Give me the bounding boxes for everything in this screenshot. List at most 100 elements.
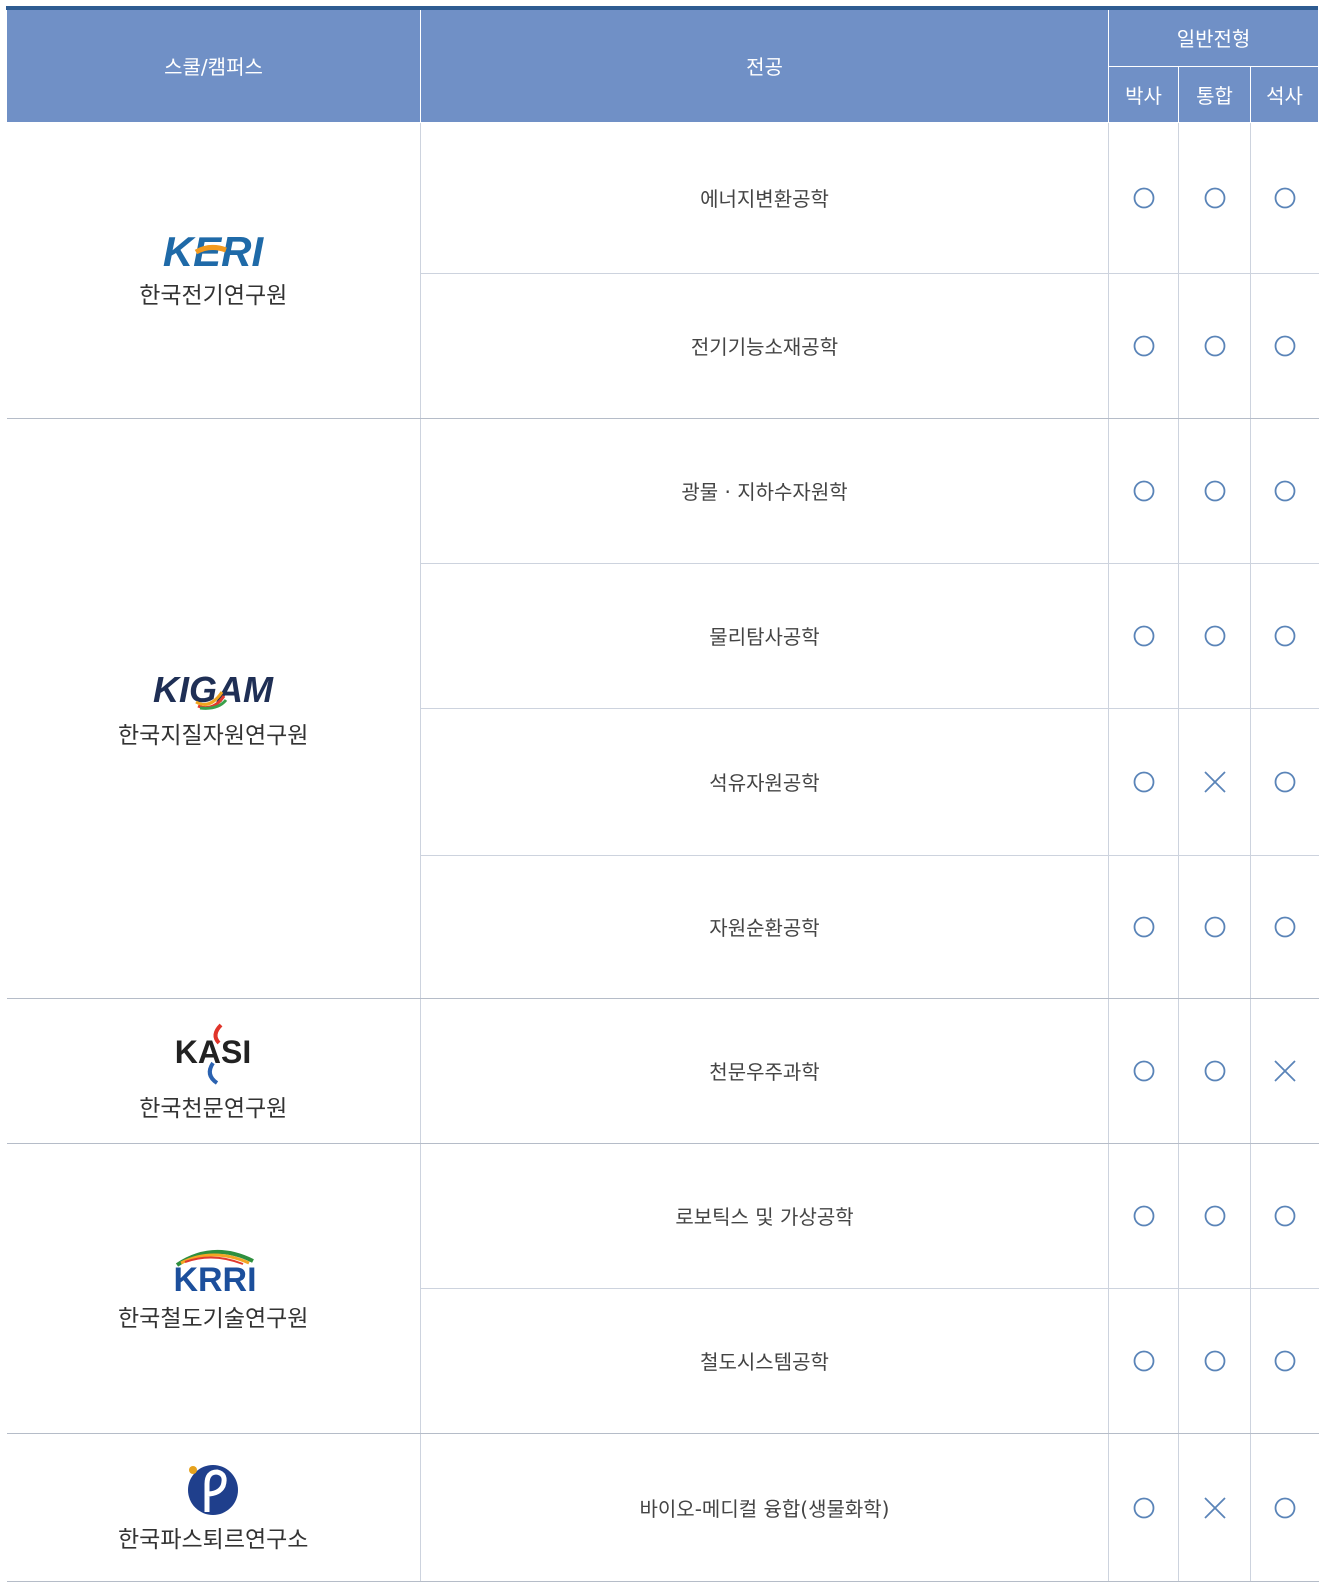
- circle-icon: [1274, 187, 1296, 209]
- circle-icon: [1133, 1497, 1154, 1519]
- major-name: 물리탐사공학: [420, 562, 1109, 709]
- circle-icon: [1204, 1205, 1225, 1227]
- circle-icon: [1133, 916, 1154, 938]
- major-name: 철도시스템공학: [420, 1287, 1109, 1434]
- header-general-admission: 일반전형: [1107, 10, 1320, 67]
- availability-integrated: [1178, 1432, 1251, 1582]
- header-major: 전공: [420, 10, 1109, 123]
- circle-icon: [1274, 1205, 1296, 1227]
- school-logo: KASI: [175, 1023, 251, 1085]
- table-row: KERI 한국전기연구원 에너지변환공학: [6, 121, 1319, 419]
- availability-phd: [1108, 272, 1179, 419]
- availability-phd: [1108, 1287, 1179, 1434]
- circle-icon: [1133, 625, 1154, 647]
- table-row: KIGAM 한국지질자원연구원 광물 · 지하수자원학: [6, 417, 1319, 999]
- circle-icon: [1133, 1350, 1154, 1372]
- availability-integrated: [1178, 854, 1251, 999]
- circle-icon: [1133, 1060, 1154, 1082]
- availability-phd: [1108, 417, 1179, 564]
- circle-icon: [1204, 1350, 1225, 1372]
- circle-icon: [1274, 625, 1296, 647]
- circle-icon: [1204, 916, 1225, 938]
- cross-icon: [1274, 1060, 1296, 1082]
- availability-phd: [1108, 562, 1179, 709]
- school-cell: KASI 한국천문연구원: [6, 997, 421, 1144]
- availability-masters: [1249, 1142, 1319, 1289]
- circle-icon: [1274, 335, 1296, 357]
- circle-icon: [1204, 625, 1225, 647]
- logo-text: KRRI: [174, 1261, 257, 1295]
- logo-text: KIGAM: [153, 669, 274, 710]
- availability-masters: [1249, 707, 1319, 856]
- availability-phd: [1108, 997, 1179, 1144]
- circle-icon: [1274, 480, 1296, 502]
- availability-integrated: [1178, 121, 1251, 274]
- school-cell: KERI 한국전기연구원: [6, 121, 421, 419]
- availability-phd: [1108, 1142, 1179, 1289]
- school-name: 한국전기연구원: [139, 283, 288, 309]
- header-phd: 박사: [1108, 65, 1179, 123]
- circle-icon: [1204, 187, 1225, 209]
- availability-phd: [1108, 854, 1179, 999]
- cross-icon: [1203, 771, 1226, 793]
- school-logo: [188, 1465, 239, 1515]
- availability-masters: [1249, 1432, 1319, 1582]
- availability-integrated: [1178, 1142, 1251, 1289]
- availability-masters: [1249, 562, 1319, 709]
- school-cell: KRRI 한국철도기술연구원: [6, 1142, 421, 1434]
- logo-text: KERI: [163, 230, 265, 272]
- header-school: 스쿨/캠퍼스: [6, 10, 421, 123]
- availability-integrated: [1178, 1287, 1251, 1434]
- major-name: 천문우주과학: [420, 997, 1109, 1144]
- availability-phd: [1108, 121, 1179, 274]
- school-logo: KRRI: [174, 1250, 257, 1295]
- school-cell: 한국파스퇴르연구소: [6, 1432, 421, 1582]
- header-masters: 석사: [1249, 65, 1320, 123]
- availability-masters: [1249, 272, 1319, 419]
- school-name: 한국철도기술연구원: [118, 1306, 309, 1332]
- circle-icon: [1133, 335, 1154, 357]
- major-name: 전기기능소재공학: [420, 272, 1109, 419]
- availability-phd: [1108, 1432, 1179, 1582]
- circle-icon: [1133, 771, 1154, 793]
- availability-masters: [1249, 997, 1319, 1144]
- circle-icon: [1274, 771, 1296, 793]
- table-row: KRRI 한국철도기술연구원 로보틱스 및 가상공학: [6, 1142, 1319, 1434]
- availability-masters: [1249, 121, 1319, 274]
- circle-icon: [1274, 1350, 1296, 1372]
- major-name: 광물 · 지하수자원학: [420, 417, 1109, 564]
- circle-icon: [1274, 916, 1296, 938]
- table-row: 한국파스퇴르연구소 바이오-메디컬 융합(생물화학): [6, 1432, 1319, 1582]
- circle-icon: [1204, 480, 1225, 502]
- school-logo: KERI: [163, 230, 265, 272]
- header-integrated: 통합: [1178, 65, 1251, 123]
- major-name: 자원순환공학: [420, 854, 1109, 999]
- major-name: 바이오-메디컬 융합(생물화학): [420, 1432, 1109, 1582]
- availability-masters: [1249, 1287, 1319, 1434]
- school-name: 한국지질자원연구원: [118, 723, 309, 749]
- circle-icon: [1204, 335, 1225, 357]
- school-name: 한국천문연구원: [139, 1095, 288, 1122]
- table-row: KASI 한국천문연구원 천문우주과학: [6, 997, 1319, 1144]
- major-name: 에너지변환공학: [420, 121, 1109, 274]
- major-name: 석유자원공학: [420, 707, 1109, 856]
- circle-icon: [1274, 1497, 1296, 1519]
- school-cell: KIGAM 한국지질자원연구원: [6, 417, 421, 999]
- availability-masters: [1249, 417, 1319, 564]
- major-name: 로보틱스 및 가상공학: [420, 1142, 1109, 1289]
- circle-icon: [1204, 1060, 1225, 1082]
- circle-icon: [1133, 480, 1154, 502]
- table-body: KERI 한국전기연구원 에너지변환공학 전기기능소재공학 KIGAM 한국지질자원…: [6, 121, 1319, 1582]
- cross-icon: [1203, 1497, 1226, 1519]
- availability-integrated: [1178, 562, 1251, 709]
- circle-icon: [1133, 1205, 1154, 1227]
- availability-integrated: [1178, 272, 1251, 419]
- availability-masters: [1249, 854, 1319, 999]
- circle-icon: [1133, 187, 1154, 209]
- availability-integrated: [1178, 707, 1251, 856]
- school-name: 한국파스퇴르연구소: [118, 1527, 309, 1553]
- availability-integrated: [1178, 997, 1251, 1144]
- school-logo: KIGAM: [153, 669, 274, 710]
- admission-table: 스쿨/캠퍼스 전공 일반전형 박사 통합 석사 KERI 한국전기연구원 에너지변…: [6, 10, 1320, 1582]
- availability-integrated: [1178, 417, 1251, 564]
